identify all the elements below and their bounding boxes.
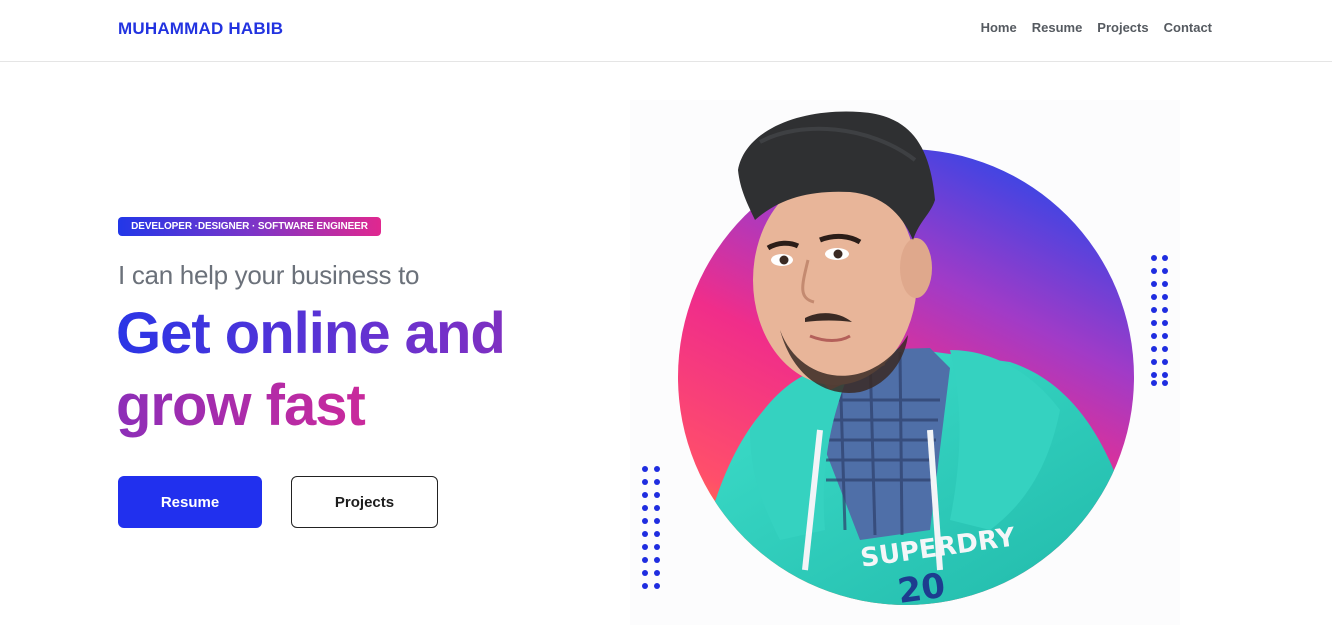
- hero-subtitle: I can help your business to: [118, 260, 420, 290]
- hero-headline: Get online and grow fast: [116, 298, 576, 442]
- nav-link-projects[interactable]: Projects: [1097, 20, 1148, 35]
- resume-button[interactable]: Resume: [118, 476, 262, 528]
- nav-link-home[interactable]: Home: [981, 20, 1017, 35]
- hero-portrait: SUPERDRY 20: [630, 100, 1180, 625]
- nav-link-contact[interactable]: Contact: [1164, 20, 1212, 35]
- top-navbar: MUHAMMAD HABIB Home Resume Projects Cont…: [0, 0, 1332, 62]
- nav-link-resume[interactable]: Resume: [1032, 20, 1083, 35]
- brand-logo-link[interactable]: MUHAMMAD HABIB: [118, 19, 283, 39]
- projects-button[interactable]: Projects: [291, 476, 438, 528]
- headline-line-2: grow fast: [116, 370, 576, 442]
- role-badge: DEVELOPER ·DESIGNER · SOFTWARE ENGINEER: [118, 217, 381, 236]
- nav-links: Home Resume Projects Contact: [981, 20, 1212, 35]
- portrait-illustration: SUPERDRY 20: [630, 100, 1180, 625]
- headline-line-1: Get online and: [116, 298, 576, 370]
